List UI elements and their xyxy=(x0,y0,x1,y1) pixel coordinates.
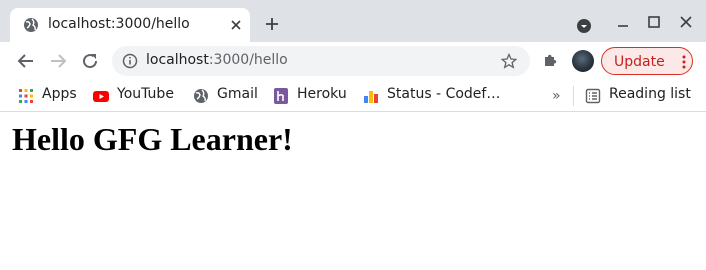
url-host: localhost xyxy=(146,52,209,68)
new-tab-icon[interactable] xyxy=(264,16,280,32)
reading-list-label: Reading list xyxy=(609,86,691,102)
update-button[interactable]: Update xyxy=(601,47,693,75)
apps-grid-icon xyxy=(19,89,33,103)
forward-arrow-icon[interactable] xyxy=(49,52,67,70)
bookmarks-overflow-chevron[interactable]: » xyxy=(552,88,561,104)
close-tab-icon[interactable] xyxy=(228,17,244,33)
youtube-icon xyxy=(93,91,109,102)
profile-avatar[interactable] xyxy=(572,50,594,72)
bookmarks-bar: Apps YouTube Gmail Heroku Status - Codef… xyxy=(0,80,706,112)
bookmark-label: Heroku xyxy=(297,86,347,102)
close-window-icon[interactable] xyxy=(680,16,692,28)
address-bar[interactable]: localhost:3000/hello xyxy=(112,46,530,76)
back-arrow-icon[interactable] xyxy=(17,52,35,70)
bar-chart-icon xyxy=(364,91,378,103)
info-icon[interactable] xyxy=(122,53,138,69)
tab-title: localhost:3000/hello xyxy=(48,16,190,32)
heroku-icon xyxy=(274,88,288,104)
bookmark-label: Status - Codef… xyxy=(387,86,501,102)
globe-icon xyxy=(24,18,38,32)
maximize-icon[interactable] xyxy=(648,16,660,28)
more-menu-icon[interactable] xyxy=(682,54,686,70)
minimize-icon[interactable] xyxy=(616,18,630,28)
globe-icon xyxy=(194,89,208,103)
reading-list-icon xyxy=(585,88,601,104)
update-label: Update xyxy=(614,54,665,70)
page-heading: Hello GFG Learner! xyxy=(12,121,293,157)
bookmark-label: Gmail xyxy=(217,86,258,102)
extensions-puzzle-icon[interactable] xyxy=(542,52,558,68)
bookmark-label: Apps xyxy=(42,86,77,102)
tab-strip: localhost:3000/hello xyxy=(0,0,706,42)
bookmark-label: YouTube xyxy=(117,86,174,102)
page-viewport: Hello GFG Learner! xyxy=(0,113,706,270)
url-path: :3000/hello xyxy=(208,52,288,68)
reload-icon[interactable] xyxy=(81,52,99,70)
tab-search-icon[interactable] xyxy=(576,18,592,34)
bookmarks-divider xyxy=(573,86,574,106)
bookmark-star-icon[interactable] xyxy=(501,53,517,69)
browser-tab[interactable]: localhost:3000/hello xyxy=(10,8,250,42)
url-text[interactable]: localhost:3000/hello xyxy=(146,52,288,68)
